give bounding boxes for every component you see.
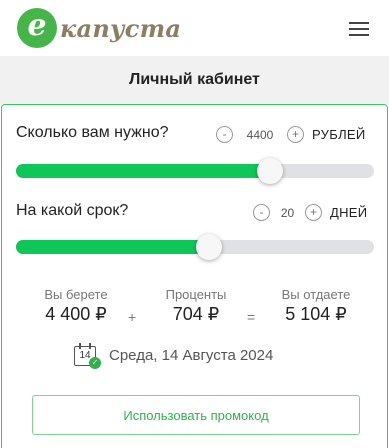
borrow-summary: Вы берете 4 400 ₽ (32, 287, 120, 325)
due-date-row: 14 ✓ Среда, 14 Августа 2024 (74, 343, 274, 369)
amount-slider-fill (16, 164, 271, 178)
logo-mark: е (17, 8, 57, 48)
use-promo-code-button[interactable]: Использовать промокод (32, 395, 360, 435)
loan-summary: Вы берете 4 400 ₽ + Проценты 704 ₽ = Вы … (2, 287, 389, 337)
due-date-text: Среда, 14 Августа 2024 (109, 346, 274, 364)
borrow-value: 4 400 ₽ (45, 304, 107, 324)
interest-summary: Проценты 704 ₽ (152, 287, 240, 325)
amount-slider[interactable] (16, 158, 374, 184)
logo[interactable]: е капуста (17, 8, 181, 48)
equals-sign: = (247, 309, 256, 325)
term-slider-thumb[interactable] (196, 234, 223, 260)
borrow-caption: Вы берете (44, 287, 108, 302)
top-header: е капуста (0, 0, 389, 56)
amount-value[interactable]: 4400 (233, 128, 287, 142)
amount-unit: РУБЛЕЙ (312, 127, 366, 142)
check-icon: ✓ (89, 357, 101, 369)
hamburger-menu-icon[interactable] (349, 22, 369, 36)
amount-minus-button[interactable]: - (216, 126, 233, 143)
term-label: На какой срок? (16, 202, 129, 219)
return-summary: Вы отдаете 5 104 ₽ (270, 287, 362, 325)
interest-caption: Проценты (165, 287, 227, 302)
amount-stepper: - 4400 + РУБЛЕЙ (216, 126, 366, 143)
term-unit: ДНЕЙ (330, 205, 368, 220)
interest-value: 704 ₽ (172, 304, 220, 324)
term-value[interactable]: 20 (270, 206, 305, 220)
amount-plus-button[interactable]: + (287, 126, 304, 143)
amount-label: Сколько вам нужно? (16, 124, 169, 141)
calendar-check-icon: 14 ✓ (74, 343, 101, 369)
page-title: Личный кабинет (129, 71, 260, 88)
loan-calculator-card: Сколько вам нужно? - 4400 + РУБЛЕЙ На ка… (1, 104, 388, 448)
page-title-bar: Личный кабинет (0, 56, 389, 104)
logo-letter: е (27, 8, 47, 43)
term-plus-button[interactable]: + (305, 204, 322, 221)
return-value: 5 104 ₽ (285, 304, 347, 324)
return-caption: Вы отдаете (281, 287, 351, 302)
plus-sign: + (128, 309, 137, 325)
term-slider-fill (16, 240, 210, 254)
logo-text: капуста (60, 13, 182, 43)
amount-slider-thumb[interactable] (257, 158, 284, 184)
term-slider[interactable] (16, 234, 374, 260)
term-stepper: - 20 + ДНЕЙ (253, 204, 367, 221)
term-minus-button[interactable]: - (253, 204, 270, 221)
